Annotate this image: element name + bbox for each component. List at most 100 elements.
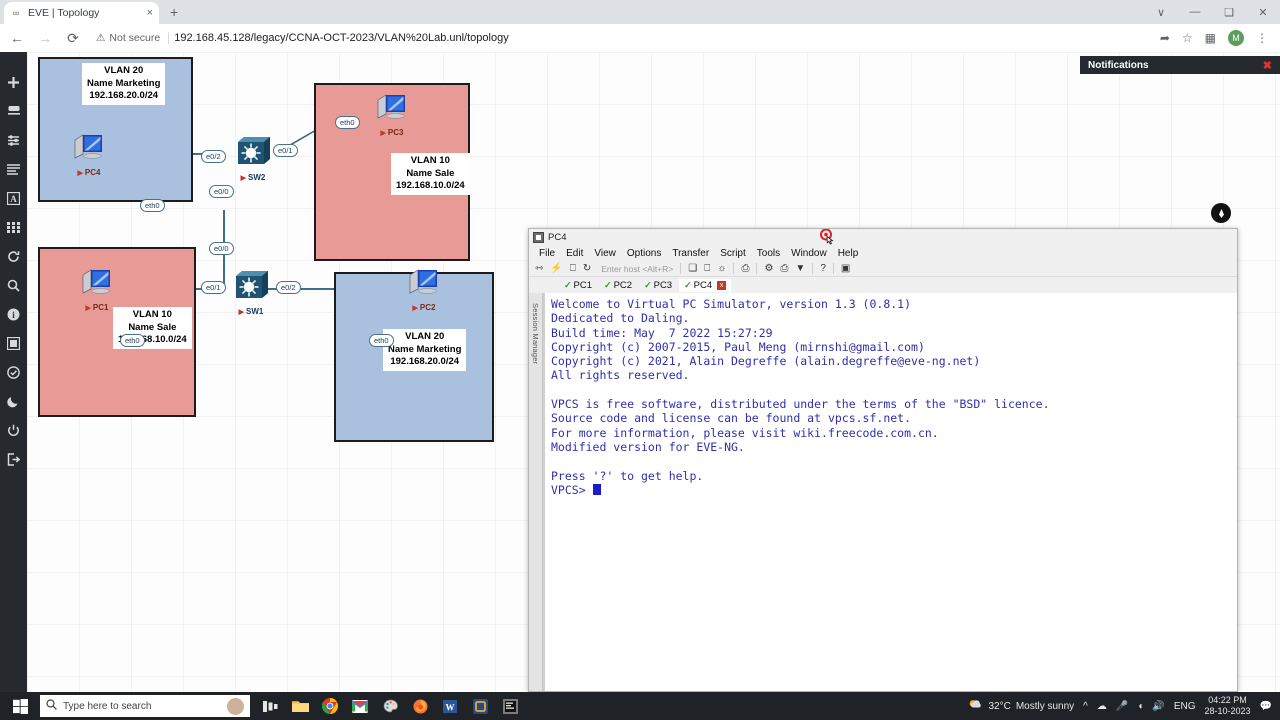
address-bar[interactable]: ⚠ Not secure 192.168.45.128/legacy/CCNA-…: [92, 28, 1150, 48]
node-pc1[interactable]: PC1: [77, 267, 117, 312]
volume-icon[interactable]: 🔊: [1152, 701, 1164, 712]
startup-config-icon[interactable]: [6, 161, 22, 177]
show-hidden-icons[interactable]: ^: [1083, 701, 1088, 712]
connect-sftp-icon[interactable]: ⎕: [570, 263, 576, 274]
interface-label-pc3-eth0[interactable]: eth0: [335, 116, 360, 129]
menu-tools[interactable]: Tools: [757, 248, 780, 259]
close-icon[interactable]: ✖: [1263, 59, 1272, 72]
securecrt-title-bar[interactable]: PC4: [529, 229, 1237, 245]
close-tab-icon[interactable]: ×: [147, 7, 153, 19]
find-icon[interactable]: ☼: [717, 263, 726, 274]
screen-icon[interactable]: [6, 335, 22, 351]
chat-icon[interactable]: ▣: [841, 263, 850, 274]
options-icon[interactable]: ⚙: [764, 263, 773, 274]
print-icon[interactable]: ⎙: [741, 263, 749, 274]
mic-icon[interactable]: 🎤: [1116, 701, 1128, 712]
night-mode-icon[interactable]: [6, 393, 22, 409]
session-tab-pc4[interactable]: ✓ PC4 x: [679, 278, 732, 292]
vmware-icon[interactable]: [470, 696, 490, 716]
onedrive-icon[interactable]: ☁: [1097, 701, 1107, 712]
text-object-icon[interactable]: A: [6, 190, 22, 206]
start-button[interactable]: [0, 698, 40, 714]
minimize-button[interactable]: —: [1178, 6, 1212, 18]
task-view-icon[interactable]: [260, 696, 280, 716]
session-manager-panel[interactable]: Session Manager: [529, 293, 543, 691]
connect-icon[interactable]: ⇿: [535, 263, 543, 274]
close-session-tab-icon[interactable]: x: [717, 280, 727, 290]
interface-label-sw1-e02[interactable]: e0/2: [276, 281, 301, 294]
session-tab-pc1[interactable]: ✓ PC1: [559, 279, 597, 292]
cortana-avatar[interactable]: [227, 697, 244, 715]
menu-options[interactable]: Options: [627, 248, 661, 259]
info-icon[interactable]: i: [6, 306, 22, 322]
node-sw1[interactable]: SW1: [232, 267, 270, 316]
power-icon[interactable]: [6, 422, 22, 438]
terminal-output[interactable]: Welcome to Virtual PC Simulator, version…: [543, 293, 1237, 691]
keymap-icon[interactable]: ⎙: [780, 263, 788, 274]
session-tab-pc2[interactable]: ✓ PC2: [599, 279, 637, 292]
forward-button[interactable]: →: [36, 30, 54, 46]
interface-label-pc1-eth0[interactable]: eth0: [120, 334, 145, 347]
filter-icon[interactable]: ▼: [795, 263, 805, 274]
chrome-menu-icon[interactable]: ⋮: [1256, 31, 1268, 45]
paint-icon[interactable]: [380, 696, 400, 716]
menu-script[interactable]: Script: [720, 248, 746, 259]
securecrt-icon[interactable]: [500, 696, 520, 716]
interface-label-sw2-e00[interactable]: e0/0: [209, 185, 234, 198]
network-icon[interactable]: [6, 132, 22, 148]
status-check-icon[interactable]: [6, 364, 22, 380]
interface-label-sw2-e02[interactable]: e0/2: [201, 150, 226, 163]
node-pc3[interactable]: PC3: [372, 92, 412, 137]
interface-label-sw2-e01[interactable]: e0/1: [273, 144, 298, 157]
link-sw2-down[interactable]: [223, 210, 225, 234]
logout-icon[interactable]: [6, 451, 22, 467]
gmail-icon[interactable]: [350, 696, 370, 716]
nodes-icon[interactable]: [6, 103, 22, 119]
chevron-down-icon[interactable]: ∨: [1144, 6, 1178, 19]
notification-icon[interactable]: 💬: [1260, 701, 1272, 712]
weather-widget[interactable]: 32°C Mostly sunny: [968, 698, 1074, 714]
file-explorer-icon[interactable]: [290, 696, 310, 716]
browser-tab-eve-topology[interactable]: ∞ EVE | Topology ×: [4, 2, 159, 24]
zoom-icon[interactable]: [6, 277, 22, 293]
menu-transfer[interactable]: Transfer: [672, 248, 709, 259]
word-icon[interactable]: W: [440, 696, 460, 716]
side-panel-icon[interactable]: ▦: [1205, 31, 1216, 45]
firefox-icon[interactable]: [410, 696, 430, 716]
paste-icon[interactable]: ⎕: [704, 263, 710, 274]
reconnect-icon[interactable]: ↻: [583, 263, 591, 274]
chrome-icon[interactable]: [320, 696, 340, 716]
grid-icon[interactable]: [6, 219, 22, 235]
menu-file[interactable]: File: [539, 248, 555, 259]
add-object-icon[interactable]: [6, 74, 22, 90]
close-window-button[interactable]: ✕: [1246, 6, 1280, 19]
clock[interactable]: 04:22 PM 28-10-2023: [1205, 695, 1251, 717]
menu-window[interactable]: Window: [791, 248, 827, 259]
menu-view[interactable]: View: [594, 248, 616, 259]
menu-edit[interactable]: Edit: [566, 248, 583, 259]
host-input[interactable]: Enter host <Alt+R>: [601, 264, 673, 274]
pen-handle-icon[interactable]: [1211, 203, 1231, 223]
maximize-button[interactable]: ❑: [1212, 6, 1246, 19]
security-indicator[interactable]: ⚠ Not secure: [96, 32, 170, 44]
node-pc4[interactable]: PC4: [69, 132, 109, 177]
node-pc2[interactable]: PC2: [404, 267, 444, 312]
menu-help[interactable]: Help: [838, 248, 859, 259]
star-icon[interactable]: ☆: [1182, 31, 1193, 45]
back-button[interactable]: ←: [8, 30, 26, 46]
interface-label-pc2-eth0[interactable]: eth0: [369, 334, 394, 347]
search-input[interactable]: Type here to search: [40, 695, 250, 717]
node-sw2[interactable]: SW2: [234, 133, 272, 182]
help-icon[interactable]: ?: [820, 263, 826, 274]
reload-button[interactable]: ⟳: [64, 30, 82, 47]
interface-label-sw1-e01[interactable]: e0/1: [201, 281, 226, 294]
language-indicator[interactable]: ENG: [1174, 701, 1196, 712]
refresh-icon[interactable]: [6, 248, 22, 264]
share-icon[interactable]: ➦: [1160, 31, 1170, 45]
interface-label-pc4-eth0[interactable]: eth0: [140, 199, 165, 212]
copy-icon[interactable]: ❏: [688, 263, 697, 274]
session-tab-pc3[interactable]: ✓ PC3: [639, 279, 677, 292]
avatar[interactable]: M: [1228, 30, 1244, 46]
quick-connect-icon[interactable]: ⚡: [550, 263, 562, 274]
wifi-icon[interactable]: ◖: [1137, 701, 1143, 712]
